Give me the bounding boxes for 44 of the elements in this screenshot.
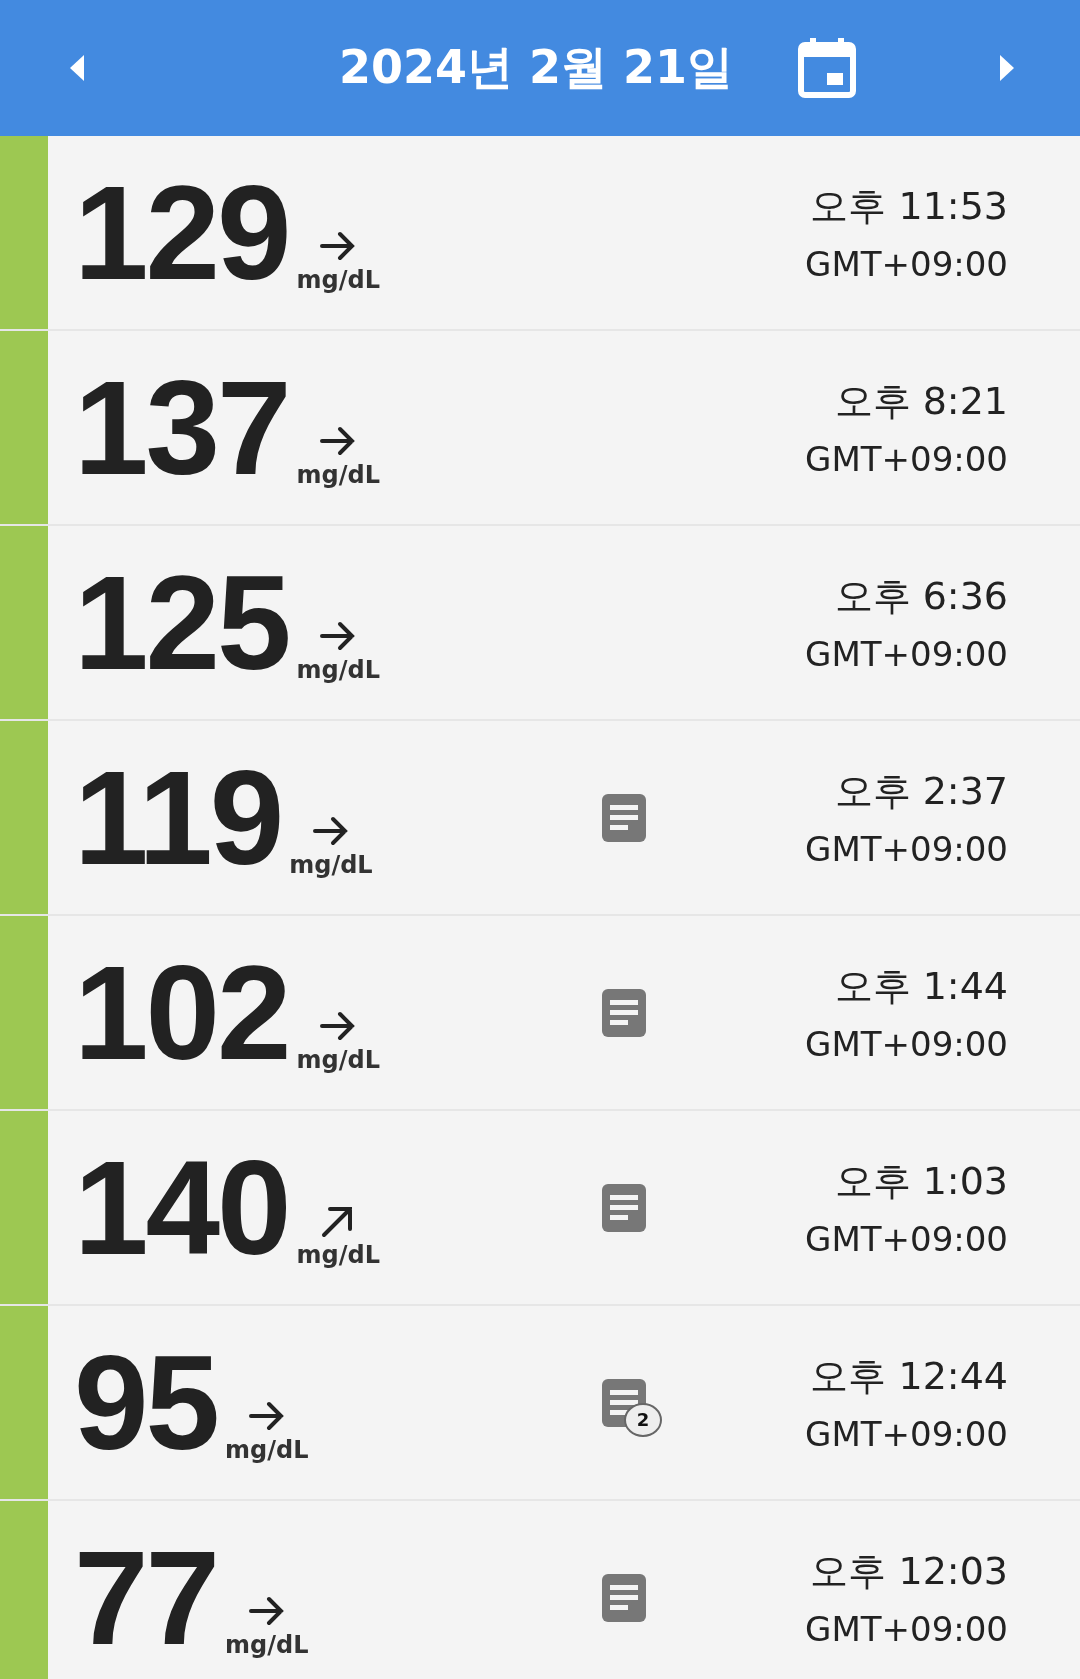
timezone-label: GMT+09:00 [805,244,1008,284]
reading-row[interactable]: 102 mg/dL 오후 1:44 GMT+09:00 [0,916,1080,1111]
reading-time: 오후 11:53 [810,183,1008,230]
reading-time: 오후 1:44 [834,963,1008,1010]
unit-label: mg/dL [296,265,380,294]
timezone-label: GMT+09:00 [805,1024,1008,1064]
timezone-label: GMT+09:00 [805,1414,1008,1454]
unit-label: mg/dL [289,850,373,879]
unit-label: mg/dL [225,1630,309,1659]
calendar-icon [797,37,858,99]
note-count-badge: 2 [624,1402,662,1437]
timezone-label: GMT+09:00 [805,1219,1008,1259]
reading-row[interactable]: 119 mg/dL 오후 2:37 GMT+09:00 [0,721,1080,916]
timezone-label: GMT+09:00 [805,634,1008,674]
reading-time: 오후 6:36 [834,573,1008,620]
unit-label: mg/dL [296,655,380,684]
glucose-value: 125 [74,555,289,690]
timezone-label: GMT+09:00 [805,1609,1008,1649]
glucose-value: 129 [74,165,289,300]
reading-row[interactable]: 140 mg/dL 오후 1:03 GMT+09:00 [0,1111,1080,1306]
reading-row[interactable]: 95 mg/dL 2 오후 12:44 GMT+09:00 [0,1306,1080,1501]
reading-time: 오후 12:03 [810,1548,1008,1595]
timezone-label: GMT+09:00 [805,829,1008,869]
reading-row[interactable]: 125 mg/dL 오후 6:36 GMT+09:00 [0,526,1080,721]
unit-label: mg/dL [296,460,380,489]
reading-time: 오후 2:37 [834,768,1008,815]
glucose-value: 119 [74,750,282,885]
caret-left-icon [68,53,86,83]
glucose-value: 137 [74,360,289,495]
glucose-value: 77 [74,1530,218,1665]
timezone-label: GMT+09:00 [805,439,1008,479]
reading-time: 오후 12:44 [810,1353,1008,1400]
unit-label: mg/dL [296,1240,380,1269]
reading-row[interactable]: 137 mg/dL 오후 8:21 GMT+09:00 [0,331,1080,526]
reading-time: 오후 1:03 [834,1158,1008,1205]
glucose-value: 95 [74,1335,218,1470]
glucose-value: 140 [74,1140,289,1275]
reading-time: 오후 8:21 [834,378,1008,425]
caret-right-icon [998,53,1016,83]
unit-label: mg/dL [296,1045,380,1074]
reading-row[interactable]: 129 mg/dL 오후 11:53 GMT+09:00 [0,136,1080,331]
date-title: 2024년 2월 21일 [338,39,734,96]
glucose-value: 102 [74,945,289,1080]
unit-label: mg/dL [225,1435,309,1464]
